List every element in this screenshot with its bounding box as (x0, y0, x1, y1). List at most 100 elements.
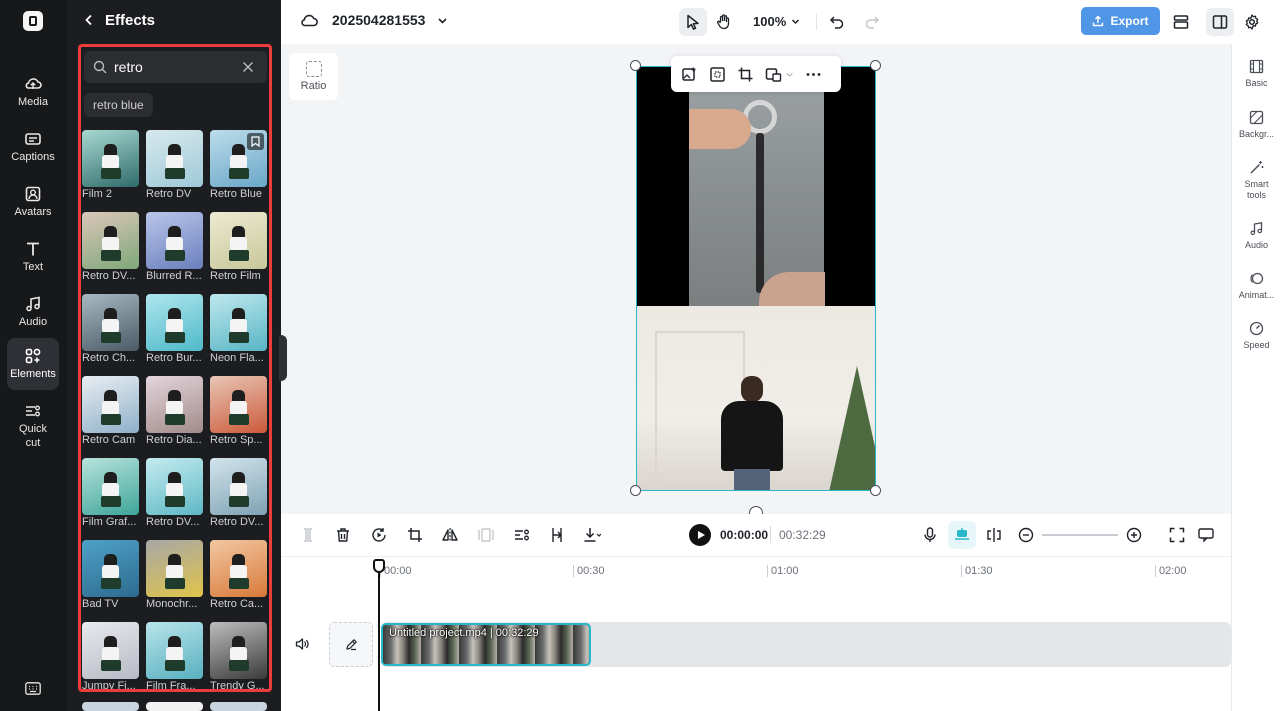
microphone-icon[interactable] (921, 526, 939, 544)
resize-handle-top-right[interactable] (870, 60, 881, 71)
chevron-down-icon[interactable] (437, 15, 448, 26)
rail-item-audio[interactable]: Audio (7, 286, 59, 338)
panel-collapse-handle[interactable] (279, 335, 287, 381)
fullscreen-icon[interactable] (1168, 526, 1186, 544)
edit-clip-icon[interactable] (513, 526, 531, 544)
cloud-sync-icon[interactable] (300, 13, 318, 27)
panel-tab-basic[interactable]: Basic (1232, 59, 1280, 89)
effect-tile[interactable]: Retro Bur... (146, 294, 203, 364)
effect-label: Retro Cam (82, 434, 136, 446)
panel-tab-speed[interactable]: Speed (1232, 321, 1280, 351)
clear-search-icon[interactable] (242, 61, 254, 73)
effect-label: Retro DV... (210, 516, 264, 528)
effect-label: Retro Film (210, 270, 261, 282)
redo-button[interactable] (858, 8, 886, 36)
video-preview[interactable] (636, 66, 876, 491)
rail-item-avatars[interactable]: Avatars (7, 176, 59, 228)
play-button[interactable] (689, 524, 711, 546)
effect-tile[interactable] (210, 702, 267, 711)
panel-tab-background[interactable]: Backgr... (1232, 110, 1280, 140)
effect-tile[interactable]: Retro DV... (82, 212, 139, 282)
effects-search[interactable] (84, 51, 267, 83)
zoom-out-icon[interactable] (1017, 526, 1035, 544)
effect-tile[interactable]: Blurred R... (146, 212, 203, 282)
back-arrow-icon[interactable] (83, 14, 95, 26)
effect-tile[interactable]: Film Fra... (146, 622, 203, 692)
effect-tile[interactable]: Neon Fla... (210, 294, 267, 364)
effect-tile[interactable]: Retro Sp... (210, 376, 267, 446)
effect-tile[interactable]: Retro Blue (210, 130, 267, 200)
effect-tile[interactable]: Retro Ca... (210, 540, 267, 610)
replace-image-icon[interactable] (681, 66, 698, 83)
ratio-button[interactable]: Ratio (289, 53, 338, 100)
suggestion-chip[interactable]: retro blue (84, 93, 153, 117)
split-screen-icon[interactable] (985, 526, 1003, 544)
swap-media-icon[interactable] (765, 66, 782, 83)
settings-button[interactable] (1238, 8, 1266, 36)
flip-icon[interactable] (441, 526, 459, 544)
export-button[interactable]: Export (1081, 7, 1160, 35)
rail-item-captions[interactable]: Captions (7, 121, 59, 173)
resize-handle-bottom-right[interactable] (870, 485, 881, 496)
undo-button[interactable] (823, 8, 851, 36)
toggle-panel-button[interactable] (1206, 8, 1234, 36)
effect-tile[interactable]: Monochr... (146, 540, 203, 610)
panel-tab-audio[interactable]: Audio (1232, 221, 1280, 251)
favorite-button[interactable] (247, 133, 264, 150)
trim-icon[interactable] (548, 526, 566, 544)
more-options-icon[interactable] (805, 66, 822, 83)
effect-tile[interactable]: Retro Cam (82, 376, 139, 446)
effect-tile[interactable]: Retro DV... (210, 458, 267, 528)
feedback-icon[interactable] (1197, 526, 1215, 544)
crop-icon[interactable] (737, 66, 754, 83)
split-icon[interactable] (299, 526, 317, 544)
effect-tile[interactable]: Retro Ch... (82, 294, 139, 364)
panel-tab-smart-tools[interactable]: Smart tools (1232, 160, 1280, 201)
panel-tab-animation[interactable]: Animat... (1232, 271, 1280, 301)
chevron-down-icon[interactable] (785, 66, 794, 83)
track-edit-button[interactable] (329, 622, 373, 667)
effect-tile[interactable]: Trendy G... (210, 622, 267, 692)
effect-label: Retro Sp... (210, 434, 263, 446)
search-input[interactable] (114, 57, 234, 77)
playhead-grip[interactable] (373, 559, 385, 573)
rail-item-text[interactable]: Text (7, 231, 59, 283)
app-logo[interactable] (23, 11, 43, 31)
zoom-dropdown[interactable]: 100% (753, 14, 800, 29)
volume-icon[interactable] (295, 637, 309, 651)
auto-snap-toggle[interactable] (948, 521, 976, 549)
effect-tile[interactable]: Film Graf... (82, 458, 139, 528)
zoom-in-icon[interactable] (1125, 526, 1143, 544)
crop-icon[interactable] (406, 526, 424, 544)
keyboard-shortcut-icon[interactable] (25, 682, 41, 695)
background-icon (1249, 110, 1264, 125)
effect-tile[interactable]: Retro Film (210, 212, 267, 282)
effect-tile[interactable]: Jumpy Fi... (82, 622, 139, 692)
effect-tile[interactable] (146, 702, 203, 711)
hand-tool-button[interactable] (710, 8, 738, 36)
project-title[interactable]: 202504281553 (300, 12, 448, 28)
replay-icon[interactable] (370, 526, 388, 544)
effect-tile[interactable] (82, 702, 139, 711)
effect-tile[interactable]: Film 2 (82, 130, 139, 200)
fit-frame-icon[interactable] (709, 66, 726, 83)
layers-button[interactable] (1167, 8, 1195, 36)
playhead[interactable] (373, 559, 385, 711)
select-tool-button[interactable] (679, 8, 707, 36)
effect-tile[interactable]: Retro DV (146, 130, 203, 200)
left-rail: Media Captions Avatars Text Audio Elemen… (0, 0, 67, 711)
timeline-zoom-slider[interactable] (1042, 534, 1118, 536)
download-icon[interactable] (583, 526, 601, 544)
effect-tile[interactable]: Bad TV (82, 540, 139, 610)
rail-item-quick-cut[interactable]: Quick cut (7, 398, 59, 454)
delete-icon[interactable] (334, 526, 352, 544)
time-ruler-tick: 01:00 (767, 565, 799, 577)
rail-item-elements[interactable]: Elements (7, 338, 59, 390)
resize-handle-top-left[interactable] (630, 60, 641, 71)
freeze-frame-icon[interactable] (477, 526, 495, 544)
effect-tile[interactable]: Retro DV... (146, 458, 203, 528)
effect-tile[interactable]: Retro Dia... (146, 376, 203, 446)
video-clip[interactable]: Untitled project.mp4 | 00:32:29 (381, 623, 591, 666)
resize-handle-bottom-left[interactable] (630, 485, 641, 496)
rail-item-media[interactable]: Media (7, 66, 59, 118)
